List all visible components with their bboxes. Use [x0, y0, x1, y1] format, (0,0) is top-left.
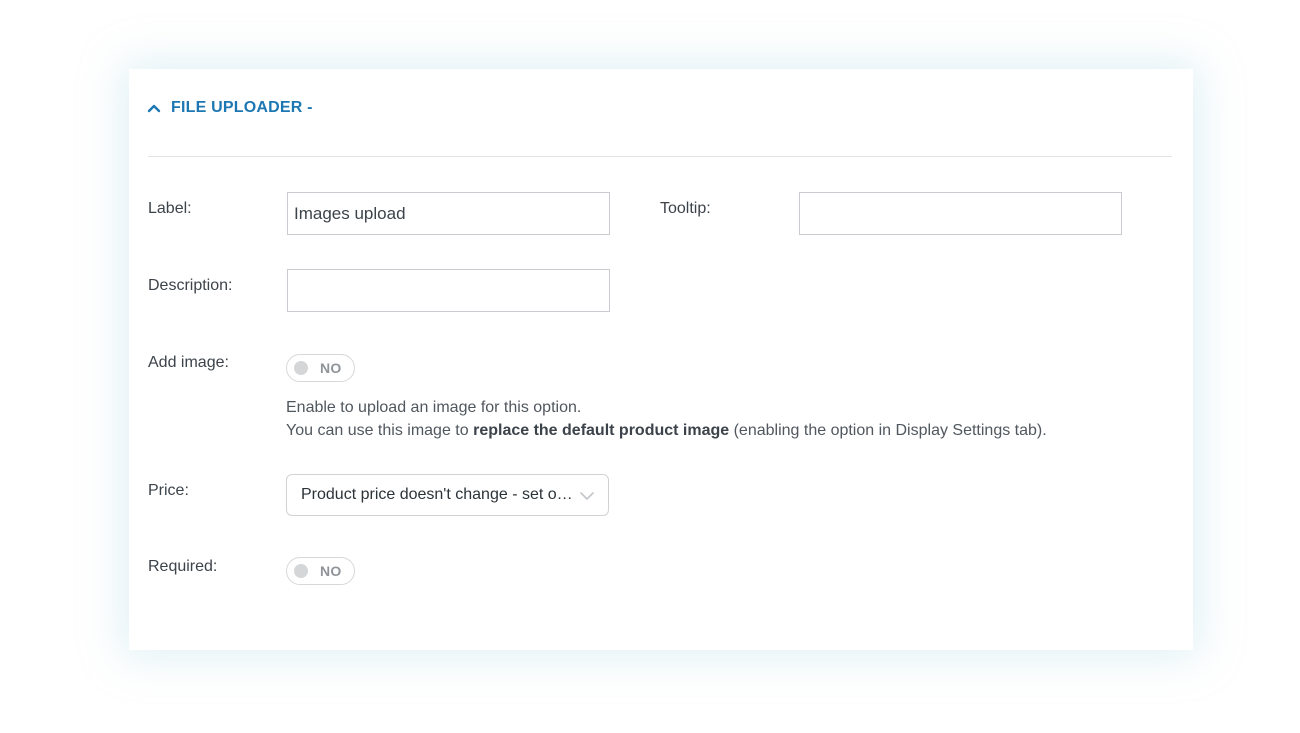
help-line2-suffix: (enabling the option in Display Settings… [729, 422, 1047, 439]
add-image-help-line1: Enable to upload an image for this optio… [286, 399, 582, 416]
help-line2-prefix: You can use this image to [286, 422, 474, 439]
required-toggle-state: NO [320, 563, 342, 579]
tooltip-input[interactable] [799, 192, 1122, 235]
add-image-field-label: Add image: [148, 354, 229, 371]
description-input[interactable] [287, 269, 610, 312]
add-image-toggle[interactable]: NO [286, 354, 355, 382]
tooltip-field-label: Tooltip: [660, 200, 711, 217]
description-field-label: Description: [148, 277, 233, 294]
help-line2-bold: replace the default product image [473, 422, 730, 439]
price-field-label: Price: [148, 482, 189, 499]
section-divider [148, 156, 1172, 157]
required-toggle[interactable]: NO [286, 557, 355, 585]
price-select-value: Product price doesn't change - set optio… [301, 486, 579, 503]
add-image-toggle-state: NO [320, 360, 342, 376]
toggle-knob [294, 361, 308, 375]
section-title: FILE UPLOADER - [171, 99, 313, 116]
file-uploader-panel: FILE UPLOADER - Label: Tooltip: Descript… [129, 69, 1193, 650]
section-toggle-header[interactable]: FILE UPLOADER - [147, 99, 313, 117]
chevron-down-icon [579, 489, 595, 501]
price-select[interactable]: Product price doesn't change - set optio… [286, 474, 609, 516]
chevron-up-icon[interactable] [147, 101, 161, 115]
label-input[interactable] [287, 192, 610, 235]
label-field-label: Label: [148, 200, 192, 217]
toggle-knob [294, 564, 308, 578]
add-image-help-line2: You can use this image to replace the de… [286, 419, 1047, 442]
add-image-help-text: Enable to upload an image for this optio… [286, 396, 1047, 442]
required-field-label: Required: [148, 558, 218, 575]
